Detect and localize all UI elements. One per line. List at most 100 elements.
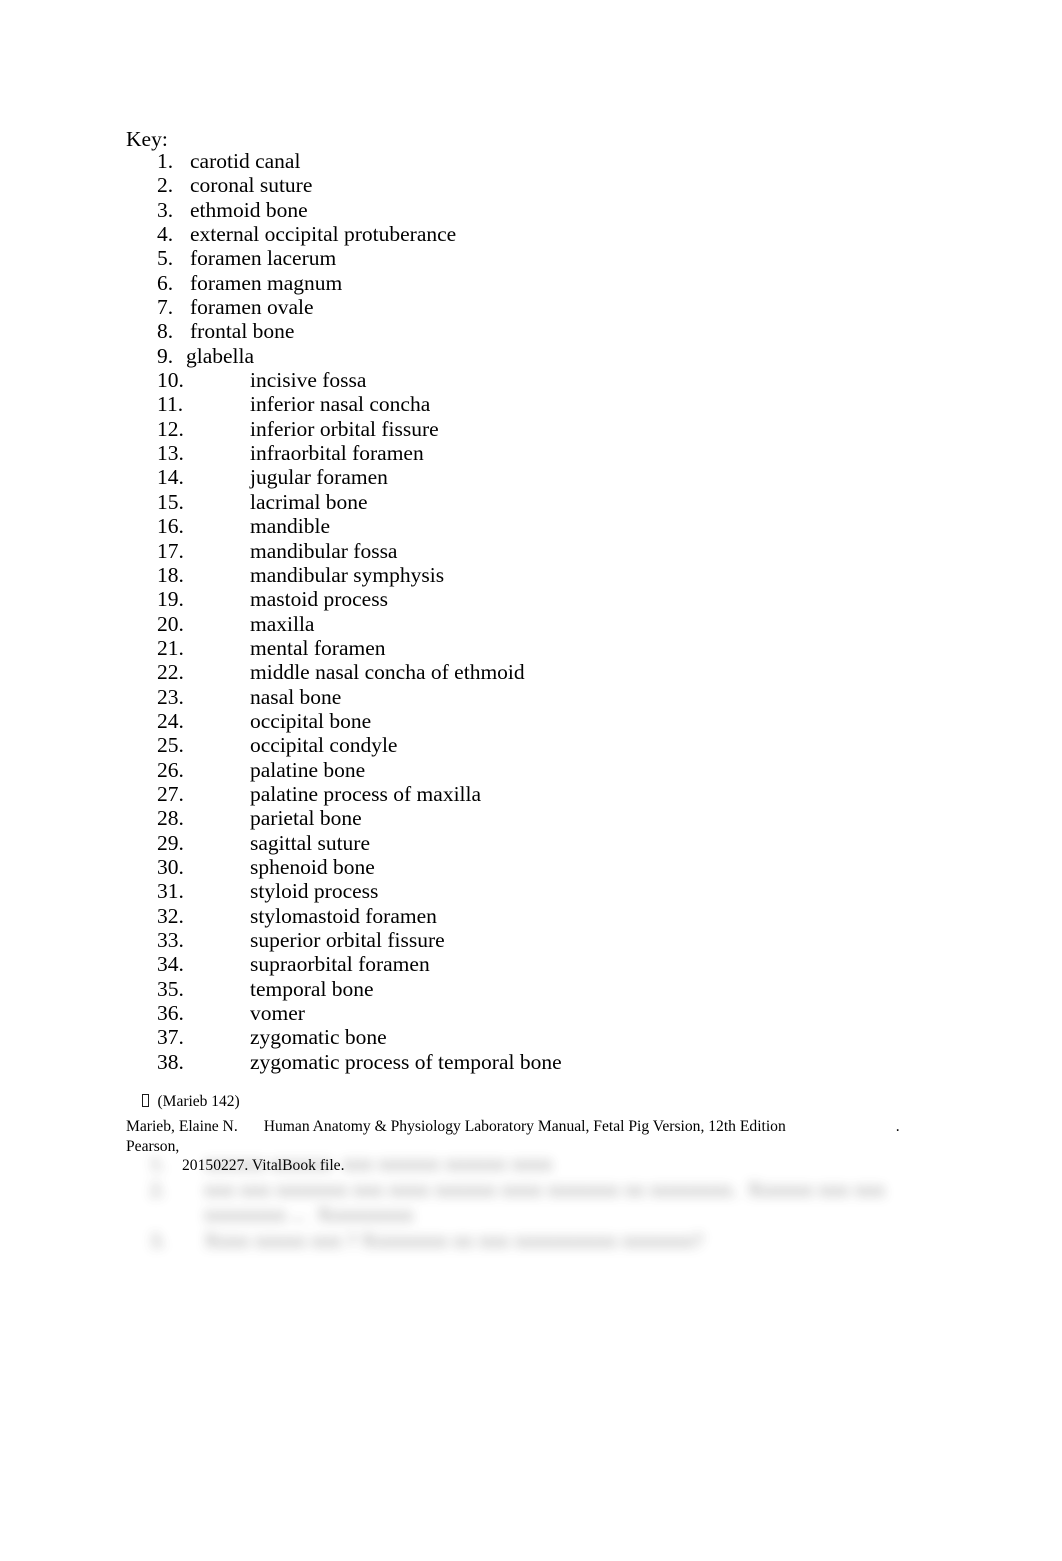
list-item-number: 37.	[157, 1025, 184, 1050]
document-page: Key: 1. carotid canal 2. coronal suture 3. et…	[0, 0, 1062, 1561]
list-item: 28. parietal bone	[0, 806, 1062, 830]
list-item-number: 35.	[157, 976, 184, 1001]
list-item-number: 17.	[157, 538, 184, 563]
list-item: 33. superior orbital fissure	[0, 928, 1062, 952]
list-item-label: foramen magnum	[190, 270, 343, 295]
list-item-number: 36.	[157, 1001, 184, 1026]
list-item: 32. stylomastoid foramen	[0, 904, 1062, 928]
list-item-label: nasal bone	[250, 684, 342, 709]
list-item-label: lacrimal bone	[250, 489, 368, 514]
list-item-label: coronal suture	[190, 173, 313, 198]
list-item-label: mastoid process	[250, 587, 388, 612]
list-item-number: 5.	[157, 246, 174, 271]
obscured-list-item-text: xxx xxx xxxxxxx xxx xxxx xxxxxx xxxx xxx…	[204, 1178, 891, 1227]
obscured-list-item-text: Xxxx xxxxx xxx ? Xxxxxxxx xx xxx xxxxxxx…	[204, 1229, 703, 1252]
list-item-label: foramen ovale	[190, 295, 314, 320]
list-item-number: 25.	[157, 733, 184, 758]
list-item: 9. glabella	[0, 344, 1062, 368]
citation-block: Marieb, Elaine N. Human Anatomy & Physiol…	[126, 1117, 926, 1176]
list-item-number: 27.	[157, 781, 184, 806]
list-item: 14. jugular foramen	[0, 465, 1062, 489]
list-item-number: 31.	[157, 879, 184, 904]
list-item: 18. mandibular symphysis	[0, 563, 1062, 587]
list-item-label: temporal bone	[250, 976, 374, 1001]
list-item: 36. vomer	[0, 1001, 1062, 1025]
list-item-label: maxilla	[250, 611, 315, 636]
list-item: 12. inferior orbital fissure	[0, 417, 1062, 441]
list-item: 11. inferior nasal concha	[0, 392, 1062, 416]
list-item-label: occipital condyle	[250, 733, 398, 758]
list-item-number: 30.	[157, 854, 184, 879]
list-item: 34. supraorbital foramen	[0, 952, 1062, 976]
list-item: 13. infraorbital foramen	[0, 441, 1062, 465]
list-item-number: 32.	[157, 903, 184, 928]
list-item-label: ethmoid bone	[190, 197, 308, 222]
list-item: 22. middle nasal concha of ethmoid	[0, 660, 1062, 684]
list-item-label: jugular foramen	[250, 465, 388, 490]
list-item-number: 2.	[157, 173, 174, 198]
list-item-number: 3.	[157, 197, 174, 222]
page-title: Key:	[126, 127, 168, 151]
list-item-number: 12.	[157, 416, 184, 441]
list-item: 24. occipital bone	[0, 709, 1062, 733]
list-item-label: mandibular fossa	[250, 538, 398, 563]
list-item-label: incisive fossa	[250, 368, 367, 393]
list-item-number: 21.	[157, 635, 184, 660]
list-item: 21. mental foramen	[0, 636, 1062, 660]
list-item-number: 15.	[157, 489, 184, 514]
list-item-label: vomer	[250, 1001, 305, 1026]
list-item-number: 22.	[157, 660, 184, 685]
list-item-label: inferior nasal concha	[250, 392, 431, 417]
list-item-number: 18.	[157, 562, 184, 587]
list-item-label: supraorbital foramen	[250, 952, 430, 977]
list-item: 29. sagittal suture	[0, 831, 1062, 855]
list-item: 25. occipital condyle	[0, 733, 1062, 757]
list-item-label: superior orbital fissure	[250, 928, 445, 952]
list-item-number: 11.	[157, 392, 184, 417]
obscured-list-item-number: 3.	[150, 1229, 166, 1252]
list-item-label: parietal bone	[250, 806, 362, 831]
list-item-label: sphenoid bone	[250, 854, 375, 879]
list-item-label: external occipital protuberance	[190, 222, 457, 247]
list-item-number: 33.	[157, 928, 184, 952]
list-item-number: 24.	[157, 708, 184, 733]
list-item: 26. palatine bone	[0, 758, 1062, 782]
list-item-label: carotid canal	[190, 149, 301, 173]
list-item-label: mandibular symphysis	[250, 562, 445, 587]
list-item: 23. nasal bone	[0, 685, 1062, 709]
list-item: 6. foramen magnum	[0, 271, 1062, 295]
list-item-number: 28.	[157, 806, 184, 831]
list-item-label: sagittal suture	[250, 830, 371, 855]
list-item-label: palatine process of maxilla	[250, 781, 482, 806]
list-item: 2. coronal suture	[0, 173, 1062, 197]
list-item-number: 38.	[157, 1049, 184, 1074]
list-item-label: frontal bone	[190, 319, 295, 344]
citation-author: Marieb, Elaine N.	[126, 1118, 238, 1135]
list-item-label: occipital bone	[250, 708, 372, 733]
list-item: 7. foramen ovale	[0, 295, 1062, 319]
source-marker-text: (Marieb 142)	[157, 1093, 240, 1110]
list-item-number: 26.	[157, 757, 184, 782]
obscured-list-item: 3. Xxxx xxxxx xxx ? Xxxxxxxx xx xxx xxxxx…	[150, 1229, 940, 1255]
list-item: 38. zygomatic process of temporal bone	[0, 1050, 1062, 1074]
obscured-list-item-number: 2.	[150, 1178, 166, 1201]
list-item-number: 14.	[157, 465, 184, 490]
list-item-number: 19.	[157, 587, 184, 612]
list-item-number: 7.	[157, 295, 174, 320]
list-item: 27. palatine process of maxilla	[0, 782, 1062, 806]
list-item: 16. mandible	[0, 514, 1062, 538]
list-item-label: mental foramen	[250, 635, 386, 660]
list-item: 20. maxilla	[0, 612, 1062, 636]
list-item-number: 23.	[157, 684, 184, 709]
list-item: 37. zygomatic bone	[0, 1025, 1062, 1049]
list-item-label: stylomastoid foramen	[250, 903, 437, 928]
list-item-label: foramen lacerum	[190, 246, 337, 271]
list-item-number: 1.	[157, 149, 174, 173]
list-item-label: zygomatic bone	[250, 1025, 387, 1050]
list-item-number: 4.	[157, 222, 174, 247]
list-item-number: 6.	[157, 270, 174, 295]
list-item-label: middle nasal concha of ethmoid	[250, 660, 525, 685]
list-item-number: 16.	[157, 514, 184, 539]
citation-date-format: 20150227. VitalBook file.	[182, 1157, 345, 1175]
list-item-label: zygomatic process of temporal bone	[250, 1049, 562, 1074]
